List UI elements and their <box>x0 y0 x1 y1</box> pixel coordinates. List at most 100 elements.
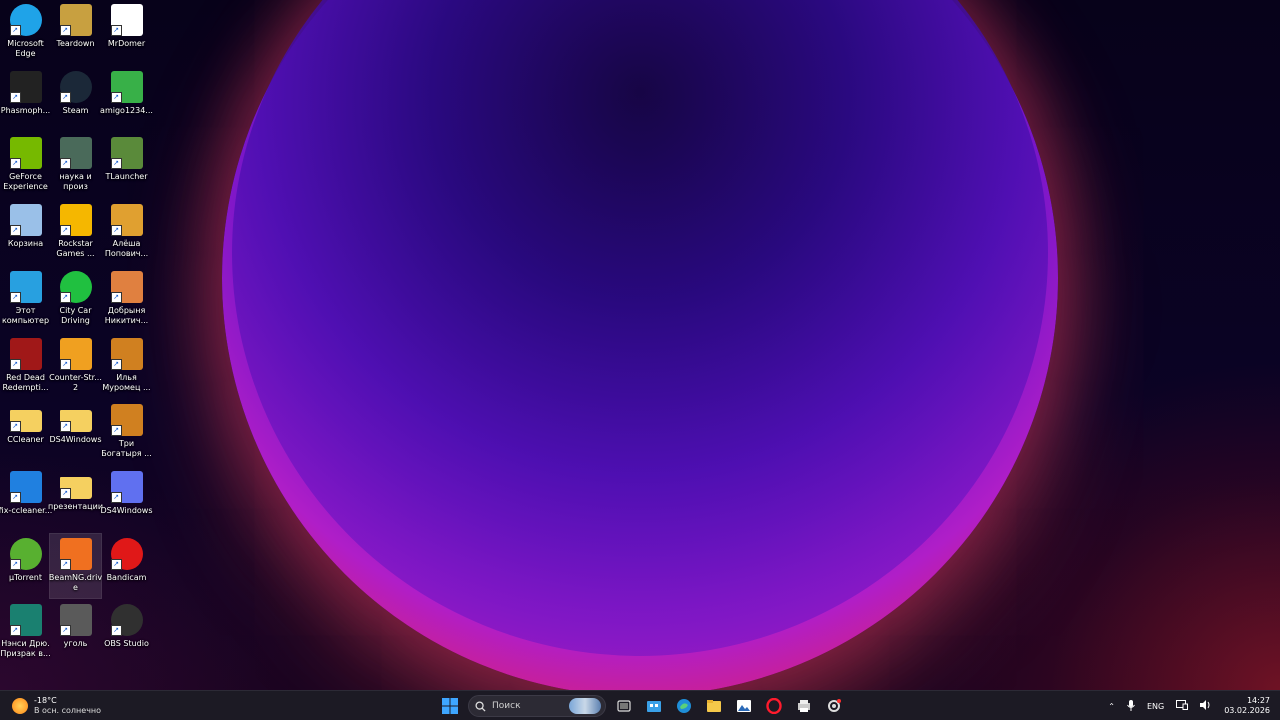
explorer-taskbar-button[interactable] <box>702 694 726 718</box>
bandicam-icon: ↗ <box>110 537 143 570</box>
desktop-icons: ↗ Microsoft Edge ↗ Teardown ↗ MrDomer ↗ Phasmop… <box>0 0 160 690</box>
taskbar: -18°C В осн. солнечно Поиск ⌃ ENG 14:27 … <box>0 690 1280 720</box>
desktop-icon[interactable]: ↗ µTorrent <box>0 534 51 598</box>
desktop-icon[interactable]: ↗ BeamNG.drive <box>48 532 103 599</box>
file-explorer-icon <box>707 700 721 712</box>
shortcut-arrow-icon: ↗ <box>9 491 21 503</box>
shortcut-arrow-icon: ↗ <box>59 487 71 499</box>
video-file-icon: ↗ <box>59 137 92 170</box>
desktop-icon[interactable]: ↗ Нэнси Дрю. Призрак в... <box>0 600 51 664</box>
desktop-icon[interactable]: ↗ OBS Studio <box>101 600 152 664</box>
desktop-icon-label: Илья Муромец ... <box>102 372 151 392</box>
windows-icon <box>442 698 458 714</box>
clock[interactable]: 14:27 03.02.2026 <box>1224 696 1270 716</box>
opera-taskbar-button[interactable] <box>762 694 786 718</box>
desktop-icon-label: BeamNG.drive <box>48 572 103 592</box>
desktop-icon[interactable]: ↗ City Car Driving <box>50 267 101 331</box>
shortcut-arrow-icon: ↗ <box>59 291 71 303</box>
desktop-icon[interactable]: ↗ Microsoft Edge <box>0 0 51 64</box>
shortcut-arrow-icon: ↗ <box>110 25 122 36</box>
search-icon <box>475 700 486 712</box>
volume-icon[interactable] <box>1200 700 1212 712</box>
recycle-bin-icon: ↗ <box>9 204 42 237</box>
desktop-icon[interactable]: ↗ Red Dead Redempti... <box>0 334 51 398</box>
desktop-icon[interactable]: ↗ презентации <box>48 467 103 531</box>
desktop-icon[interactable]: ↗ TLauncher <box>101 133 152 197</box>
desktop-icon-label: CCleaner <box>7 435 44 445</box>
desktop-icon-label: Алёша Попович... <box>104 239 149 259</box>
desktop-icon-label: amigo1234... <box>100 105 153 115</box>
desktop-icon[interactable]: ↗ уголь <box>50 600 101 664</box>
shortcut-arrow-icon: ↗ <box>110 425 122 437</box>
weather-widget[interactable]: -18°C В осн. солнечно <box>12 696 101 716</box>
desktop-icon-label: Добрыня Никитич... <box>104 305 149 325</box>
desktop-icon-label: Steam <box>62 105 89 115</box>
photos-taskbar-button[interactable] <box>732 694 756 718</box>
desktop-icon-label: Microsoft Edge <box>7 39 44 58</box>
taskbar-center: Поиск <box>438 694 846 718</box>
desktop-icon[interactable]: ↗ fix-ccleaner... <box>0 467 53 531</box>
steam-taskbar-button[interactable] <box>822 694 846 718</box>
desktop-icon-label: уголь <box>63 639 88 649</box>
folder-icon: ↗ <box>59 476 92 499</box>
desktop-icon[interactable]: ↗ Bandicam <box>101 534 152 598</box>
widgets-button[interactable] <box>642 694 666 718</box>
shortcut-arrow-icon: ↗ <box>9 358 21 370</box>
opera-icon <box>766 698 782 714</box>
desktop-icon-label: GeForce Experience <box>3 172 48 192</box>
shortcut-arrow-icon: ↗ <box>110 358 122 370</box>
desktop-icon[interactable]: ↗ Добрыня Никитич... <box>101 267 152 331</box>
desktop-icon-label: City Car Driving <box>59 305 92 325</box>
fix-ccleaner-icon: ↗ <box>9 470 42 503</box>
desktop-icon[interactable]: ↗ наука и произ <box>50 133 101 197</box>
task-view-button[interactable] <box>612 694 636 718</box>
desktop-icon-label: Counter-Str... 2 <box>49 372 102 392</box>
cs2-icon: ↗ <box>59 337 92 370</box>
desktop-icon[interactable]: ↗ Илья Муромец ... <box>101 334 152 398</box>
desktop-icon-label: TLauncher <box>105 172 148 182</box>
this-pc-icon: ↗ <box>9 270 42 303</box>
citycar-icon: ↗ <box>59 270 92 303</box>
app-taskbar-button[interactable] <box>792 694 816 718</box>
obs-icon: ↗ <box>110 604 143 637</box>
start-button[interactable] <box>438 694 462 718</box>
desktop-icon[interactable]: ↗ Три Богатыря ... <box>101 400 152 464</box>
desktop-icon[interactable]: ↗ Teardown <box>50 0 101 64</box>
desktop-icon[interactable]: ↗ Counter-Str... 2 <box>49 334 102 398</box>
desktop-icon[interactable]: ↗ Алёша Попович... <box>101 200 152 264</box>
network-icon[interactable] <box>1176 700 1189 712</box>
shortcut-arrow-icon: ↗ <box>59 91 71 103</box>
desktop-icon[interactable]: ↗ GeForce Experience <box>0 133 51 197</box>
desktop-icon[interactable]: ↗ CCleaner <box>0 400 51 464</box>
folder-icon: ↗ <box>59 410 92 433</box>
ilya-icon: ↗ <box>110 337 143 370</box>
search-highlight-image <box>569 698 601 714</box>
desktop-icon[interactable]: ↗ Этот компьютер <box>0 267 51 331</box>
rdr-icon: ↗ <box>9 337 42 370</box>
desktop-icon[interactable]: ↗ DS4Windows <box>49 400 102 464</box>
desktop-icon[interactable]: ↗ Steam <box>50 67 101 131</box>
desktop-icon[interactable]: ↗ Корзина <box>0 200 51 264</box>
edge-taskbar-button[interactable] <box>672 694 696 718</box>
shortcut-arrow-icon: ↗ <box>9 225 21 237</box>
chevron-up-icon[interactable]: ⌃ <box>1108 702 1115 711</box>
desktop-icon-label: OBS Studio <box>104 639 149 649</box>
desktop-icon[interactable]: ↗ Rockstar Games ... <box>50 200 101 264</box>
mrdomer-icon: ↗ <box>110 4 143 36</box>
microphone-icon[interactable] <box>1127 699 1135 713</box>
desktop-icon-label: fix-ccleaner... <box>0 505 53 515</box>
tlauncher-icon: ↗ <box>110 137 143 170</box>
desktop-icon[interactable]: ↗ Phasmoph... <box>0 67 51 131</box>
shortcut-arrow-icon: ↗ <box>110 625 122 637</box>
taskbar-search[interactable]: Поиск <box>468 695 606 717</box>
desktop-icon[interactable]: ↗ MrDomer <box>101 0 152 64</box>
desktop-icon[interactable]: ↗ amigo1234... <box>100 67 153 131</box>
desktop-icon-label: Bandicam <box>106 572 147 582</box>
shortcut-arrow-icon: ↗ <box>110 491 122 503</box>
teardown-icon: ↗ <box>59 4 92 36</box>
desktop-icon[interactable]: ↗ DS4Windows <box>100 467 153 531</box>
shortcut-arrow-icon: ↗ <box>9 291 21 303</box>
desktop-icon-label: Phasmoph... <box>0 105 51 115</box>
video-file-icon: ↗ <box>59 604 92 637</box>
language-indicator[interactable]: ENG <box>1147 702 1164 711</box>
